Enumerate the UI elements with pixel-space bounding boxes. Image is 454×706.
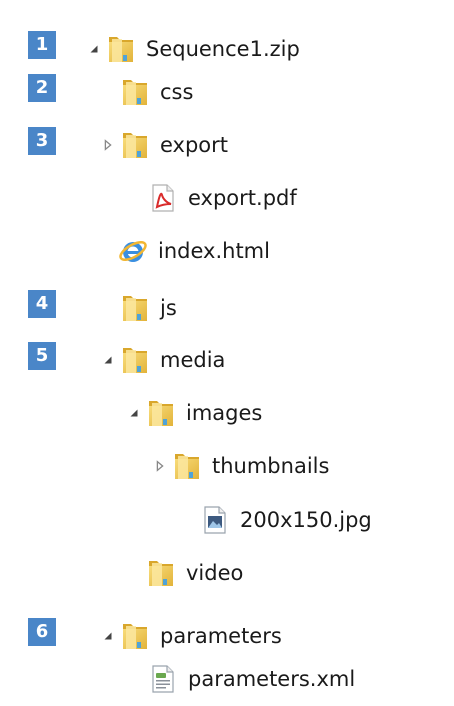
tree-item-images[interactable]: images	[126, 393, 262, 433]
tree-item-parameters[interactable]: parameters	[100, 616, 282, 656]
tree-item-thumbnails[interactable]: thumbnails	[152, 446, 329, 486]
folder-icon	[120, 620, 150, 652]
internet-explorer-icon	[118, 235, 148, 267]
folder-icon	[120, 76, 150, 108]
tree-item-label: Sequence1.zip	[146, 36, 300, 61]
expand-arrow-icon[interactable]	[100, 628, 116, 644]
collapse-arrow-icon[interactable]	[152, 458, 168, 474]
folder-icon	[120, 292, 150, 324]
folder-icon	[120, 129, 150, 161]
tree-item-label: video	[186, 560, 244, 585]
folder-icon	[146, 397, 176, 429]
tree-item-label: export.pdf	[188, 185, 297, 210]
folder-icon	[146, 557, 176, 589]
tree-item-200x150-jpg[interactable]: 200x150.jpg	[200, 500, 372, 540]
folder-icon	[106, 33, 136, 65]
tree-item-label: 200x150.jpg	[240, 507, 372, 532]
tree-item-label: thumbnails	[212, 453, 330, 478]
badge-1: 1	[28, 31, 56, 59]
tree-item-index-html[interactable]: index.html	[118, 231, 270, 271]
expand-arrow-icon[interactable]	[86, 41, 102, 57]
tree-item-label: js	[160, 295, 177, 320]
xml-file-icon	[148, 663, 178, 695]
tree-item-js[interactable]: js	[120, 288, 177, 328]
tree-item-label: media	[160, 347, 226, 372]
tree-item-label: index.html	[158, 238, 270, 263]
tree-item-css[interactable]: css	[120, 72, 193, 112]
tree-item-video[interactable]: video	[146, 553, 243, 593]
image-file-icon	[200, 504, 230, 536]
folder-icon	[120, 344, 150, 376]
tree-item-media[interactable]: media	[100, 340, 225, 380]
tree-item-label: export	[160, 132, 229, 157]
badge-2: 2	[28, 74, 56, 102]
tree-item-parameters-xml[interactable]: parameters.xml	[148, 659, 355, 699]
badge-5: 5	[28, 342, 56, 370]
badge-3: 3	[28, 127, 56, 155]
collapse-arrow-icon[interactable]	[100, 137, 116, 153]
tree-item-sequence1-zip[interactable]: Sequence1.zip	[86, 29, 300, 69]
expand-arrow-icon[interactable]	[100, 352, 116, 368]
tree-item-label: parameters.xml	[188, 666, 356, 691]
badge-4: 4	[28, 290, 56, 318]
expand-arrow-icon[interactable]	[126, 405, 142, 421]
folder-icon	[172, 450, 202, 482]
tree-item-label: images	[186, 400, 263, 425]
tree-item-label: css	[160, 79, 194, 104]
badge-6: 6	[28, 618, 56, 646]
pdf-file-icon	[148, 182, 178, 214]
tree-item-export[interactable]: export	[100, 125, 228, 165]
tree-item-export-pdf[interactable]: export.pdf	[148, 178, 297, 218]
tree-item-label: parameters	[160, 623, 282, 648]
